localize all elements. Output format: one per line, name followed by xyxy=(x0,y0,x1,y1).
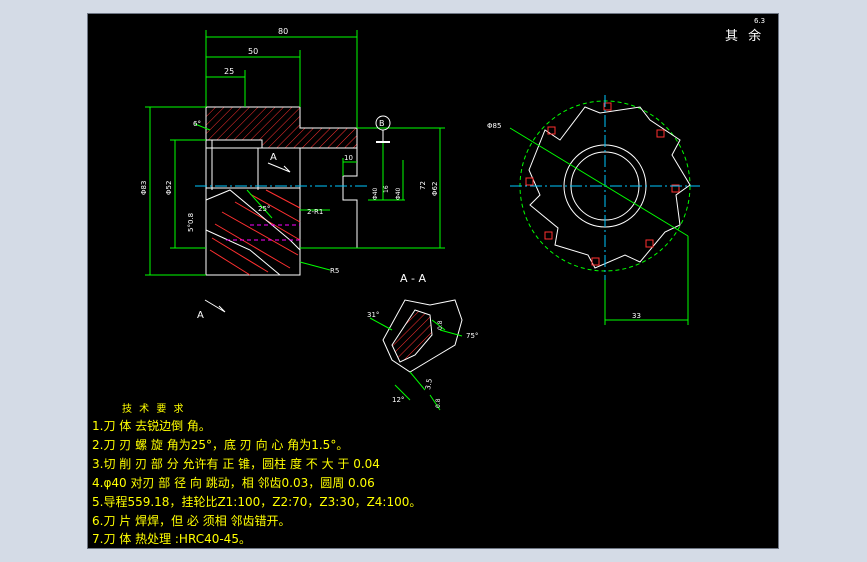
hatched-wall xyxy=(205,106,358,149)
dim-83: Φ83 xyxy=(140,181,148,195)
dim-52: Φ52 xyxy=(165,181,173,195)
note-7: 7.刀 体 热处理 :HRC40-45。 xyxy=(92,532,251,546)
dim-80: 80 xyxy=(278,27,288,36)
dim-5-0-8: 5°0.8 xyxy=(187,213,195,232)
note-4: 4.φ40 对刃 部 径 向 跳动，相 邻齿0.03，圆周 0.06 xyxy=(92,476,375,490)
dim-75deg: 75° xyxy=(466,332,478,340)
dim-62: Φ62 xyxy=(431,182,439,196)
dim-0-8b: 0.8 xyxy=(435,398,442,408)
dim-40: Φ40 xyxy=(395,187,402,200)
tooth-hatch xyxy=(209,189,301,276)
view-arrow xyxy=(267,162,291,173)
note-3: 3.切 削 刃 部 分 允许有 正 锥，圆柱 度 不 大 于 0.04 xyxy=(92,457,380,471)
note-2: 2.刀 刃 螺 旋 角为25°，底 刃 向 心 角为1.5°。 xyxy=(92,438,349,452)
section-title: A - A xyxy=(400,272,426,285)
dim-6deg: 6° xyxy=(193,120,201,128)
section-aa: A - A 31° 75° 3.5 12° 0.8 0.8 xyxy=(367,272,478,411)
tooth-profile xyxy=(528,106,691,269)
datum-label: B xyxy=(379,119,385,128)
view-arrow xyxy=(204,299,226,313)
dim-31deg: 31° xyxy=(367,311,379,319)
dim-33: 33 xyxy=(632,312,641,320)
dim-33-lines xyxy=(604,236,689,325)
tooth-outline xyxy=(205,189,301,276)
view-label-bottom: A xyxy=(197,310,204,321)
note-1: 1.刀 体 去锐边倒 角。 xyxy=(92,419,211,433)
section-hatch-area xyxy=(391,309,433,363)
note-6: 6.刀 片 焊焊，但 必 须相 邻齿错开。 xyxy=(92,514,291,528)
roughness-value: 6.3 xyxy=(754,17,766,25)
notes-title: 技 术 要 求 xyxy=(122,404,186,415)
dim-50: 50 xyxy=(248,47,258,56)
dim-72: 72 xyxy=(419,181,427,190)
dim-10: 10 xyxy=(344,154,353,162)
dimension-lines xyxy=(145,30,445,276)
dim-2-r1: 2-R1 xyxy=(307,208,323,216)
note-5: 5.导程559.18，挂轮比Z1:100，Z2:70，Z3:30，Z4:100。 xyxy=(92,495,422,509)
dim-16: 16 xyxy=(383,185,390,193)
dim-r5: R5 xyxy=(330,267,339,275)
roughness-label: 其 余 xyxy=(725,29,765,44)
end-view: Φ85 33 xyxy=(487,95,700,325)
dim-85: Φ85 xyxy=(487,122,501,130)
view-label-top: A xyxy=(270,152,277,163)
dim-25: 25 xyxy=(224,67,234,76)
dim-3-5: 3.5 xyxy=(424,378,434,390)
dim-12deg: 12° xyxy=(392,396,404,404)
dim-0-8: 0.8 xyxy=(437,320,444,330)
dim-bore: Φ40 xyxy=(372,187,379,200)
dim-25deg: 25° xyxy=(258,205,270,213)
